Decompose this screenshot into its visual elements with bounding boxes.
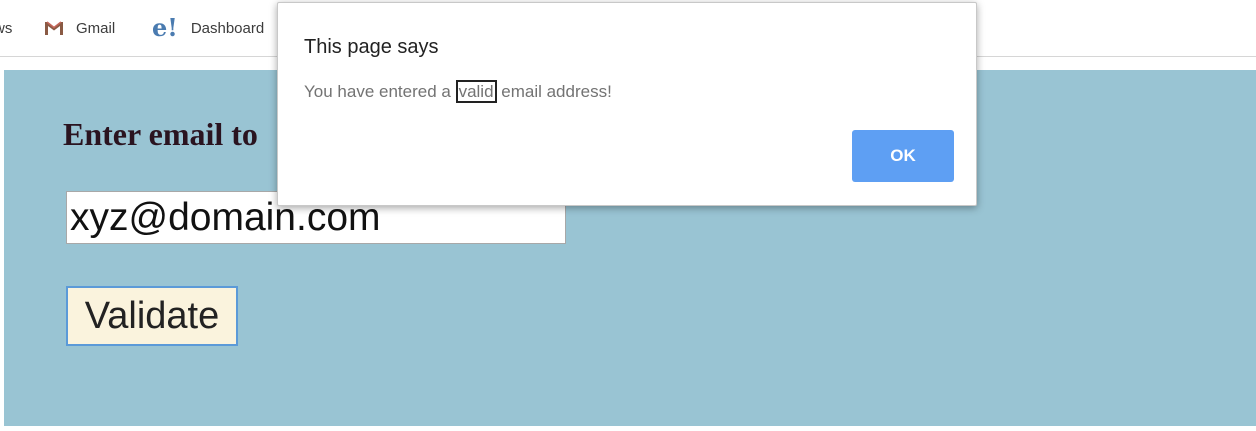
bookmark-gmail[interactable]: Gmail	[42, 16, 115, 40]
dialog-message: You have entered a valid email address!	[304, 80, 612, 103]
gmail-icon	[42, 16, 66, 40]
bookmark-news-label: ws	[0, 19, 13, 37]
dialog-title: This page says	[304, 36, 439, 58]
bookmark-dashboard[interactable]: e! Dashboard	[152, 16, 264, 40]
validate-button[interactable]: Validate	[66, 286, 238, 346]
dialog-message-prefix: You have entered a	[304, 82, 456, 101]
e-icon: e!	[152, 13, 178, 42]
bookmark-gmail-label: Gmail	[76, 19, 116, 37]
dialog-message-highlight: valid	[455, 80, 497, 103]
ok-button[interactable]: OK	[852, 130, 954, 182]
bookmark-news[interactable]: ws	[0, 16, 12, 40]
bookmark-dashboard-label: Dashboard	[190, 19, 265, 37]
page-heading: Enter email to	[63, 116, 258, 152]
dialog-message-suffix: email address!	[496, 82, 612, 101]
alert-dialog: This page says You have entered a valid …	[277, 2, 977, 206]
